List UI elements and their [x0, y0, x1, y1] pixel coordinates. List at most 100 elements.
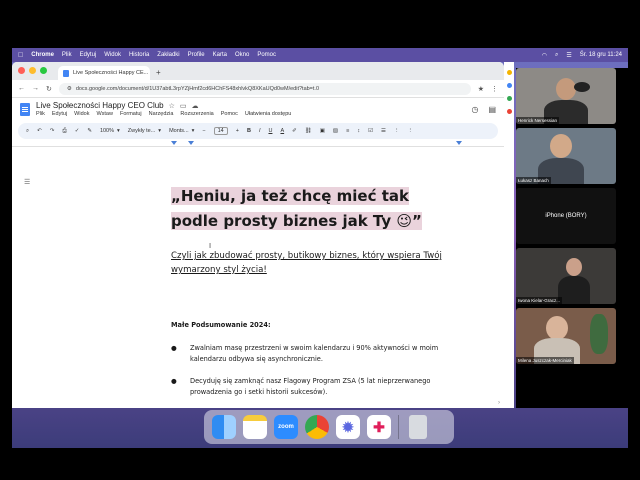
menubar-app-name[interactable]: Chrome [31, 52, 54, 58]
back-icon[interactable]: ← [18, 85, 25, 92]
docs-menu-view[interactable]: Widok [74, 111, 89, 117]
bookmark-star-icon[interactable]: ★ [478, 85, 484, 93]
right-indent-marker[interactable] [456, 141, 462, 145]
video-tile[interactable]: Henrick Nersessian [516, 68, 616, 124]
star-icon[interactable]: ☆ [169, 102, 175, 110]
reload-icon[interactable]: ↻ [46, 85, 52, 93]
docs-menu-tools[interactable]: Narzędzia [149, 111, 174, 117]
site-info-icon[interactable]: ⚙ [67, 86, 72, 92]
chrome-icon[interactable] [305, 415, 329, 439]
screen:  Chrome Plik Edytuj Widok Historia Zakł… [12, 48, 628, 448]
browser-menu-icon[interactable]: ⋮ [491, 85, 498, 93]
docs-menu-edit[interactable]: Edytuj [52, 111, 67, 117]
menubar-item-tab[interactable]: Karta [213, 52, 227, 58]
font-select[interactable]: Monts... ▾ [169, 128, 194, 134]
notes-icon[interactable] [243, 415, 267, 439]
menubar-item-view[interactable]: Widok [104, 52, 121, 58]
menubar-clock[interactable]: Śr. 18 gru 11:24 [580, 52, 622, 58]
first-line-indent-marker[interactable] [188, 141, 194, 145]
menubar-item-bookmarks[interactable]: Zakładki [157, 52, 179, 58]
menubar-item-history[interactable]: Historia [129, 52, 149, 58]
numbered-list-icon[interactable]: ⋮ [394, 128, 400, 134]
decrease-font-size-icon[interactable]: − [202, 128, 205, 134]
maps-icon[interactable] [506, 109, 512, 114]
font-value: Monts... [169, 128, 189, 134]
close-window-button[interactable] [18, 67, 25, 74]
insert-image-icon[interactable]: ▨ [333, 128, 338, 134]
video-tile[interactable]: iPhone (BORY) [516, 188, 616, 244]
underline-icon[interactable]: U [268, 128, 272, 134]
increase-font-size-icon[interactable]: + [236, 128, 239, 134]
document-body[interactable]: „Heniu, ja też chcę mieć tak podle prost… [171, 184, 471, 408]
bold-icon[interactable]: B [247, 128, 251, 134]
add-comment-icon[interactable]: ▣ [320, 128, 325, 134]
align-icon[interactable]: ≡ [346, 128, 349, 134]
menubar-item-help[interactable]: Pomoc [257, 52, 276, 58]
list-item: ● Decyduję się zamknąć nasz Flagowy Prog… [171, 376, 471, 397]
contacts-icon[interactable] [506, 96, 512, 101]
document-page[interactable]: ☰ „Heniu, ja też chcę mieć tak podle pro… [12, 166, 504, 408]
video-tile[interactable]: Iwona Kielar-Gracz... [516, 248, 616, 304]
move-folder-icon[interactable]: ▭ [180, 102, 187, 110]
google-docs-logo-icon[interactable] [20, 102, 30, 116]
print-icon[interactable]: ⎙ [62, 128, 66, 135]
control-center-icon[interactable]: ☰ [566, 52, 571, 59]
document-headline: „Heniu, ja też chcę mieć tak podle prost… [171, 184, 471, 234]
video-tile[interactable]: Łukasz Banach [516, 128, 616, 184]
scrollbar[interactable] [498, 170, 502, 406]
search-icon[interactable]: ⌕ [555, 52, 558, 59]
line-spacing-icon[interactable]: ↕ [357, 128, 360, 134]
keep-icon[interactable] [506, 70, 512, 75]
wifi-icon[interactable]: ◠ [542, 52, 547, 59]
menubar-item-file[interactable]: Plik [62, 52, 72, 58]
forward-icon[interactable]: → [32, 85, 39, 92]
spellcheck-icon[interactable]: ✓ [75, 128, 80, 134]
redo-icon[interactable]: ↷ [50, 128, 55, 134]
new-tab-icon[interactable]: + [156, 68, 161, 77]
left-indent-marker[interactable] [171, 141, 177, 145]
checklist-icon[interactable]: ☑ [368, 128, 373, 134]
docs-menu-extensions[interactable]: Rozszerzenia [180, 111, 213, 117]
docs-menu-format[interactable]: Formatuj [120, 111, 142, 117]
menubar-item-edit[interactable]: Edytuj [80, 52, 97, 58]
menubar-item-profiles[interactable]: Profile [188, 52, 205, 58]
link-icon[interactable]: ⛓ [305, 128, 312, 134]
tasks-icon[interactable] [506, 83, 512, 88]
minimize-window-button[interactable] [29, 67, 36, 74]
highlight-icon[interactable]: ✐ [292, 128, 297, 134]
docs-menu-accessibility[interactable]: Ułatwienia dostępu [245, 111, 291, 117]
video-tile[interactable]: Milena Juszczak-Merciniak [516, 308, 616, 364]
docs-menu-insert[interactable]: Wstaw [96, 111, 113, 117]
trash-icon[interactable] [409, 415, 427, 439]
zoom-select[interactable]: 100% ▾ [100, 128, 120, 134]
bulleted-list-icon[interactable]: ☰ [381, 128, 386, 134]
scroll-arrow-icon[interactable]: › [498, 400, 500, 406]
cloud-status-icon[interactable]: ☁ [192, 102, 199, 110]
finder-icon[interactable] [212, 415, 236, 439]
document-title[interactable]: Live Społeczności Happy CEO Club [36, 101, 164, 110]
italic-icon[interactable]: I [259, 128, 261, 134]
maximize-window-button[interactable] [40, 67, 47, 74]
browser-tab[interactable]: Live Społeczności Happy CE... × [58, 66, 150, 80]
docs-menu-file[interactable]: Plik [36, 111, 45, 117]
comments-icon[interactable]: ▤ [488, 105, 496, 114]
menubar-item-window[interactable]: Okno [235, 52, 249, 58]
more-tools-icon[interactable]: ⋮ [407, 128, 413, 134]
text-color-icon[interactable]: A [280, 128, 284, 134]
docs-menu-help[interactable]: Pomoc [221, 111, 238, 117]
chevron-down-icon: ▾ [158, 128, 162, 134]
apple-icon[interactable]:  [18, 52, 23, 59]
style-select[interactable]: Zwykły te... ▾ [128, 128, 161, 134]
slack-icon[interactable]: ✚ [367, 415, 391, 439]
settings-icon[interactable]: ✹ [336, 415, 360, 439]
url-input[interactable]: ⚙ docs.google.com/document/d/1U37abtL3rp… [58, 82, 471, 95]
history-icon[interactable]: ◷ [471, 105, 478, 114]
headline-line-1: „Heniu, ja też chcę mieć tak [171, 187, 409, 205]
zoom-icon[interactable]: zoom [274, 415, 298, 439]
font-size-input[interactable]: 14 [213, 127, 228, 135]
bullet-icon: ● [171, 344, 177, 352]
undo-icon[interactable]: ↶ [37, 128, 42, 134]
paint-format-icon[interactable]: ✎ [87, 128, 92, 134]
search-menus-icon[interactable]: ⌕ [26, 128, 29, 135]
document-outline-icon[interactable]: ☰ [24, 178, 30, 186]
